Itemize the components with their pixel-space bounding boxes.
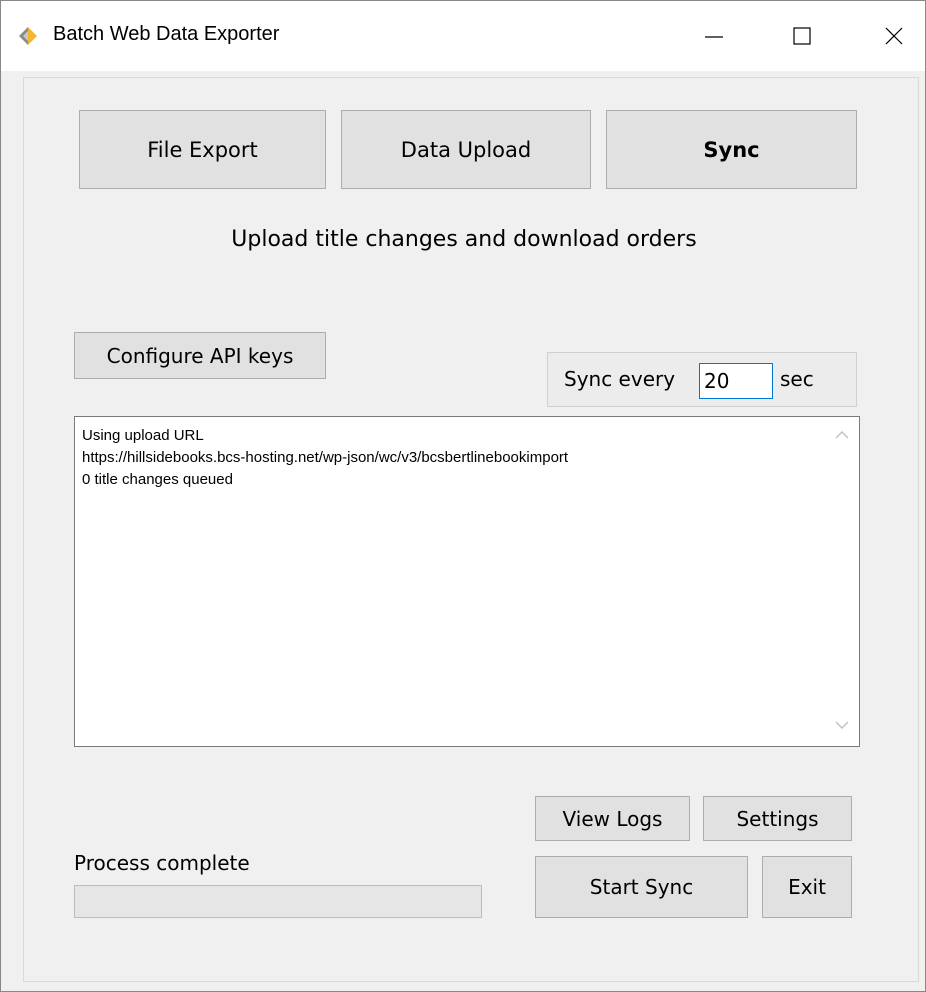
app-diamond-icon (19, 27, 37, 45)
chevron-down-icon[interactable] (834, 719, 850, 731)
tab-sync-label: Sync (703, 137, 760, 162)
maximize-icon (793, 27, 811, 45)
view-logs-label: View Logs (562, 806, 663, 831)
log-line: https://hillsidebooks.bcs-hosting.net/wp… (82, 449, 569, 466)
tab-sync[interactable]: Sync (606, 110, 857, 189)
log-output[interactable]: Using upload URL https://hillsidebooks.b… (74, 416, 860, 747)
sync-every-label: Sync every (564, 367, 676, 391)
start-sync-label: Start Sync (589, 875, 694, 899)
maximize-button[interactable] (773, 1, 831, 71)
start-sync-button[interactable]: Start Sync (535, 856, 748, 918)
title-bar[interactable]: Batch Web Data Exporter (1, 1, 925, 71)
settings-label: Settings (736, 806, 819, 831)
sync-unit-label: sec (780, 367, 814, 391)
log-lines: Using upload URL https://hillsidebooks.b… (82, 425, 568, 491)
configure-api-keys-label: Configure API keys (106, 343, 294, 368)
tab-data-upload[interactable]: Data Upload (341, 110, 591, 189)
tab-data-upload-label: Data Upload (400, 137, 532, 162)
exit-button[interactable]: Exit (762, 856, 852, 918)
page-subtitle: Upload title changes and download orders (231, 227, 697, 252)
log-scrollbar[interactable] (825, 417, 859, 746)
sync-interval-input[interactable] (699, 363, 773, 399)
progress-bar (74, 885, 482, 918)
chevron-up-icon[interactable] (834, 429, 850, 441)
log-line: Using upload URL (82, 427, 204, 444)
view-logs-button[interactable]: View Logs (535, 796, 690, 841)
exit-label: Exit (788, 875, 826, 899)
tab-file-export-label: File Export (147, 137, 258, 162)
configure-api-keys-button[interactable]: Configure API keys (74, 332, 326, 379)
minimize-button[interactable] (685, 1, 743, 71)
settings-button[interactable]: Settings (703, 796, 852, 841)
app-window: Batch Web Data Exporter File Export Data… (0, 0, 926, 992)
close-icon (885, 27, 903, 45)
minimize-icon (705, 36, 723, 38)
window-title: Batch Web Data Exporter (53, 23, 280, 45)
sync-interval-group: Sync every sec (547, 352, 857, 407)
log-line: 0 title changes queued (82, 471, 233, 488)
close-button[interactable] (865, 1, 923, 71)
status-label: Process complete (74, 851, 250, 875)
tab-file-export[interactable]: File Export (79, 110, 326, 189)
